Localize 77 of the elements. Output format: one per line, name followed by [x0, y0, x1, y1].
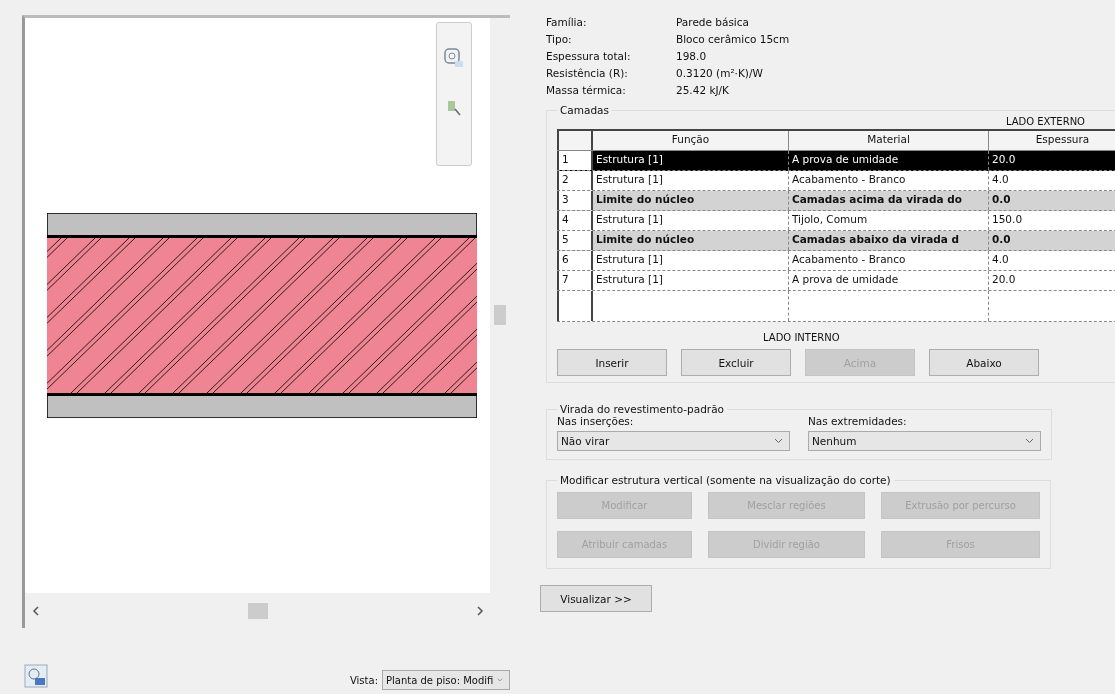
scroll-left-icon[interactable]	[31, 605, 41, 616]
column-header[interactable]: Material	[789, 131, 989, 150]
row-number: 1	[557, 151, 593, 170]
table-cell: 20.0	[989, 271, 1115, 290]
chevron-down-icon	[497, 677, 503, 683]
dropdown[interactable]: Não virar	[557, 431, 790, 451]
table-cell: A prova de umidade	[789, 151, 989, 170]
zoom-icon[interactable]	[443, 47, 465, 69]
table-cell: 4.0	[989, 171, 1115, 190]
scrollbar-thumb[interactable]	[248, 602, 268, 619]
view-2d-icon[interactable]	[24, 664, 48, 688]
table-cell: 150.0	[989, 211, 1115, 230]
property-label: Tipo:	[546, 33, 573, 45]
chevron-down-icon	[774, 438, 783, 444]
property-label: Massa térmica:	[546, 84, 627, 96]
table-cell: Limite do núcleo	[593, 231, 789, 250]
layers-table[interactable]	[557, 129, 1115, 322]
layer-button[interactable]: Inserir	[557, 349, 667, 376]
property-value: 0.3120 (m²·K)/W	[676, 67, 764, 79]
property-value: Bloco cerâmico 15cm	[676, 33, 791, 45]
table-row[interactable]: 5 Limite do núcleo Camadas abaixo da virada d 0.0	[557, 231, 1115, 251]
table-cell: Tijolo, Comum	[789, 211, 989, 230]
table-cell: Estrutura [1]	[593, 251, 789, 270]
view-label: Vista:	[349, 674, 378, 686]
row-number: 3	[557, 191, 593, 210]
layer-button[interactable]: Excluir	[681, 349, 791, 376]
dropdown[interactable]: Nenhum	[808, 431, 1041, 451]
row-number: 5	[557, 231, 593, 250]
table-row[interactable]: 4 Estrutura [1] Tijolo, Comum 150.0	[557, 211, 1115, 231]
pan-icon[interactable]	[446, 99, 462, 117]
table-cell: Acabamento - Branco	[789, 251, 989, 270]
preview-button[interactable]: Visualizar >>	[540, 585, 652, 612]
group-title: Virada do revestimento-padrão	[559, 403, 726, 415]
chevron-down-icon	[1025, 438, 1034, 444]
table-cell: 0.0	[989, 191, 1115, 210]
column-header[interactable]: Espessura	[989, 131, 1115, 150]
group-title: Modificar estrutura vertical (somente na visualização do corte)	[559, 474, 892, 486]
property-value: 198.0	[676, 50, 708, 62]
view-dropdown[interactable]: Planta de piso: Modifi	[382, 670, 510, 690]
table-cell: Camadas acima da virada do	[789, 191, 989, 210]
table-cell: Estrutura [1]	[593, 171, 789, 190]
table-row[interactable]: 3 Limite do núcleo Camadas acima da virada do 0.0	[557, 191, 1115, 211]
table-cell: 4.0	[989, 251, 1115, 270]
scroll-right-icon[interactable]	[475, 605, 485, 616]
table-cell: Acabamento - Branco	[789, 171, 989, 190]
field-label: Nas extremidades:	[808, 415, 908, 427]
exterior-side-label: LADO EXTERNO	[1005, 116, 1085, 127]
row-number	[557, 291, 593, 321]
table-row[interactable]: 1 Estrutura [1] A prova de umidade 20.0	[557, 151, 1115, 171]
layer-button[interactable]: Abaixo	[929, 349, 1039, 376]
row-number: 2	[557, 171, 593, 190]
table-row[interactable]: 6 Estrutura [1] Acabamento - Branco 4.0	[557, 251, 1115, 271]
field-label: Nas inserções:	[557, 415, 635, 427]
table-cell: A prova de umidade	[789, 271, 989, 290]
navigation-bar[interactable]	[436, 22, 472, 166]
property-label: Resistência (R):	[546, 67, 629, 79]
property-label: Família:	[546, 16, 588, 28]
row-number: 7	[557, 271, 593, 290]
column-header[interactable]: Função	[593, 131, 789, 150]
property-label: Espessura total:	[546, 50, 632, 62]
interior-side-label: LADO INTERNO	[763, 332, 840, 343]
table-cell: Camadas abaixo da virada d	[789, 231, 989, 250]
table-cell: Estrutura [1]	[593, 211, 789, 230]
table-cell: 0.0	[989, 231, 1115, 250]
table-row[interactable]: 2 Estrutura [1] Acabamento - Branco 4.0	[557, 171, 1115, 191]
corner-cell	[557, 131, 593, 150]
table-cell: Estrutura [1]	[593, 151, 789, 170]
property-value: Parede básica	[676, 16, 750, 28]
property-value: 25.42 kJ/K	[676, 84, 730, 96]
scrollbar-thumb[interactable]	[494, 305, 506, 325]
table-cell: 20.0	[989, 151, 1115, 170]
table-row[interactable]: 7 Estrutura [1] A prova de umidade 20.0	[557, 271, 1115, 291]
table-cell: Limite do núcleo	[593, 191, 789, 210]
row-number: 4	[557, 211, 593, 230]
group-title: Camadas	[559, 104, 610, 116]
row-number: 6	[557, 251, 593, 270]
table-cell: Estrutura [1]	[593, 271, 789, 290]
